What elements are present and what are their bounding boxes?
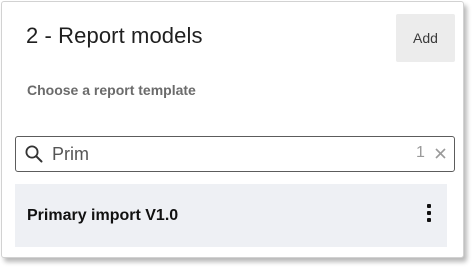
result-count: 1 xyxy=(416,144,425,161)
more-vertical-icon[interactable] xyxy=(425,204,433,228)
report-models-panel: 2 - Report models Add Choose a report te… xyxy=(1,1,464,258)
list-item[interactable]: Primary import V1.0 xyxy=(15,184,447,247)
search-input[interactable] xyxy=(52,141,412,167)
search-box: 1 xyxy=(15,136,455,172)
add-button[interactable]: Add xyxy=(396,14,455,62)
search-icon xyxy=(25,145,43,163)
panel-subtitle: Choose a report template xyxy=(27,82,196,98)
close-icon[interactable] xyxy=(434,147,447,160)
list-item-label: Primary import V1.0 xyxy=(27,207,179,224)
panel-title: 2 - Report models xyxy=(26,23,203,48)
